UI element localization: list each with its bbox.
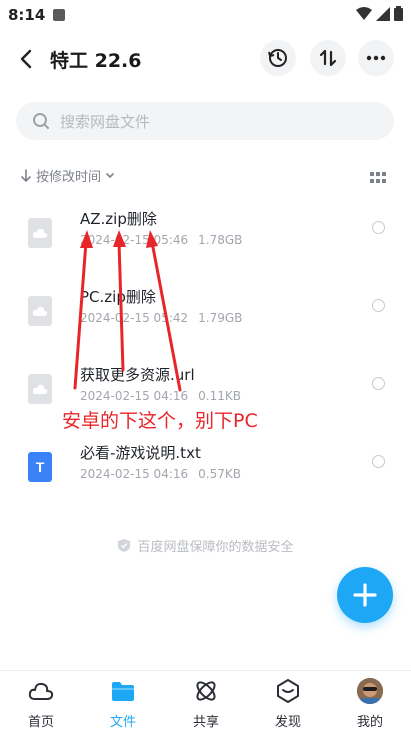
- search-placeholder: 搜索网盘文件: [60, 112, 151, 131]
- select-checkbox[interactable]: [372, 455, 385, 468]
- select-checkbox[interactable]: [372, 221, 385, 234]
- battery-icon: [394, 6, 403, 21]
- more-button[interactable]: [358, 40, 394, 76]
- avatar: [357, 678, 383, 704]
- file-row[interactable]: T 必看-游戏说明.txt 2024-02-15 04:16 0.57KB: [0, 440, 411, 510]
- nav-home[interactable]: 首页: [11, 677, 71, 731]
- file-name: PC.zip删除: [80, 288, 156, 306]
- file-date: 2024-02-15 05:46: [80, 233, 189, 247]
- file-row[interactable]: AZ.zip删除 2024-02-15 05:46 1.78GB: [0, 206, 411, 276]
- safety-note-text: 百度网盘保障你的数据安全: [137, 540, 294, 555]
- shield-icon: [118, 539, 131, 552]
- nav-label: 发现: [274, 715, 301, 730]
- file-date: 2024-02-15 05:42: [80, 311, 189, 325]
- notification-app-icon: [53, 9, 65, 21]
- back-arrow-icon: [20, 49, 32, 69]
- page-title: 特工 22.6: [50, 50, 142, 72]
- more-dots-icon: [366, 55, 386, 61]
- transfer-icon: [319, 49, 337, 67]
- status-bar: 8:14: [0, 0, 411, 30]
- sort-arrow-icon: [21, 168, 31, 182]
- search-input[interactable]: 搜索网盘文件: [16, 102, 394, 140]
- cloud-file-icon: [28, 218, 52, 248]
- status-time: 8:14: [8, 6, 46, 24]
- file-meta: 2024-02-15 05:42 1.79GB: [80, 311, 242, 325]
- file-size: 0.11KB: [198, 389, 241, 403]
- sort-bar: 按修改时间: [0, 162, 411, 192]
- add-button[interactable]: [337, 567, 393, 623]
- status-indicators: [356, 6, 403, 21]
- transfer-button[interactable]: [310, 40, 346, 76]
- nav-files[interactable]: 文件: [93, 677, 153, 731]
- text-file-icon: T: [28, 452, 52, 482]
- grid-view-button[interactable]: [370, 170, 386, 189]
- nav-label: 首页: [27, 715, 54, 730]
- sort-label: 按修改时间: [36, 170, 102, 185]
- file-date: 2024-02-15 04:16: [80, 389, 189, 403]
- search-icon: [32, 112, 50, 130]
- annotation-text: 安卓的下这个，别下PC: [62, 410, 258, 432]
- nav-discover[interactable]: 发现: [258, 677, 318, 731]
- nav-label: 我的: [356, 715, 383, 730]
- folder-icon: [109, 677, 137, 705]
- file-row[interactable]: PC.zip删除 2024-02-15 05:42 1.79GB: [0, 284, 411, 354]
- file-size: 1.79GB: [198, 311, 243, 325]
- discover-icon: [274, 677, 302, 705]
- grid-view-icon: [370, 172, 386, 183]
- avatar-wrap: [356, 677, 384, 705]
- select-checkbox[interactable]: [372, 299, 385, 312]
- wifi-icon: [356, 6, 372, 20]
- file-meta: 2024-02-15 04:16 0.57KB: [80, 467, 241, 481]
- bottom-nav: 首页 文件 共享 发现 我的: [0, 670, 411, 732]
- chevron-down-icon: [106, 172, 114, 178]
- history-icon: [268, 49, 287, 67]
- nav-label: 文件: [109, 715, 136, 730]
- nav-label: 共享: [192, 715, 219, 730]
- file-meta: 2024-02-15 04:16 0.11KB: [80, 389, 241, 403]
- file-date: 2024-02-15 04:16: [80, 467, 189, 481]
- file-name: 必看-游戏说明.txt: [80, 444, 201, 462]
- share-icon: [192, 677, 220, 705]
- file-size: 0.57KB: [198, 467, 241, 481]
- select-checkbox[interactable]: [372, 377, 385, 390]
- back-button[interactable]: [14, 46, 40, 72]
- file-name: AZ.zip删除: [80, 210, 157, 228]
- nav-share[interactable]: 共享: [176, 677, 236, 731]
- safety-note: 百度网盘保障你的数据安全: [0, 536, 411, 555]
- cloud-icon: [27, 677, 55, 705]
- file-meta: 2024-02-15 05:46 1.78GB: [80, 233, 242, 247]
- cloud-file-icon: [28, 296, 52, 326]
- header: 特工 22.6: [0, 36, 411, 82]
- plus-icon: [353, 583, 377, 607]
- sort-button[interactable]: 按修改时间: [20, 166, 115, 185]
- nav-profile[interactable]: 我的: [340, 677, 400, 731]
- file-name: 获取更多资源.url: [80, 366, 195, 384]
- history-button[interactable]: [260, 40, 296, 76]
- cloud-file-icon: [28, 374, 52, 404]
- file-size: 1.78GB: [198, 233, 243, 247]
- signal-icon: [376, 6, 390, 21]
